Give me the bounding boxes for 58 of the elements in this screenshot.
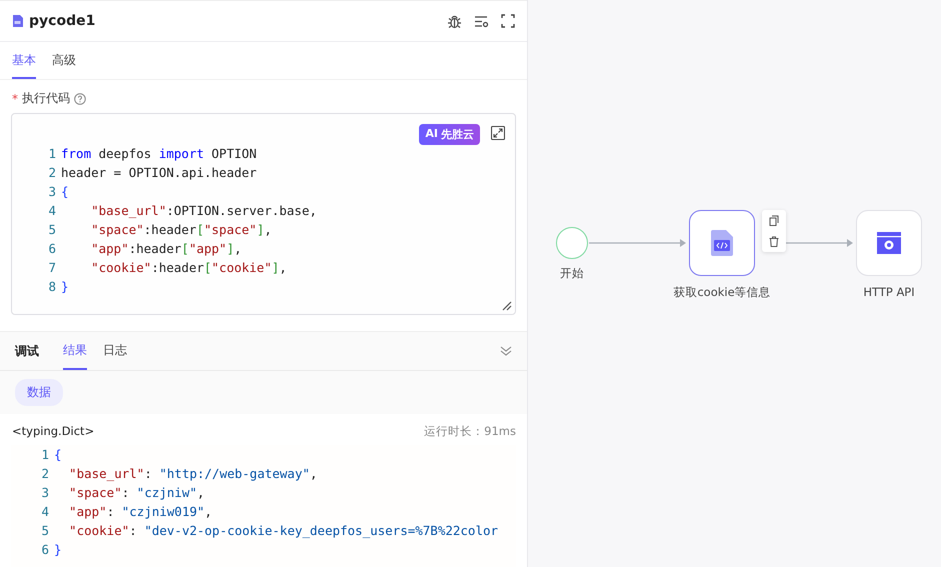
node-label: 获取cookie等信息: [673, 285, 771, 300]
trash-icon[interactable]: [769, 236, 779, 247]
resize-handle-icon[interactable]: [502, 301, 512, 311]
line-number: 6: [40, 542, 50, 557]
expand-icon[interactable]: [491, 126, 505, 140]
line-number: 1: [47, 146, 57, 161]
code-line: "space": "czjniw",: [69, 485, 205, 500]
help-icon[interactable]: [74, 92, 86, 104]
node-label: 开始: [560, 266, 584, 281]
tab[interactable]: 日志: [103, 332, 127, 370]
code-line: {: [54, 447, 62, 462]
list-settings-icon[interactable]: [474, 14, 489, 28]
code-line: }: [54, 542, 62, 557]
line-number: 2: [47, 165, 57, 180]
line-number: 7: [47, 260, 57, 275]
tab[interactable]: 基本: [12, 42, 36, 79]
fullscreen-icon[interactable]: [501, 14, 515, 28]
code-file-icon: [711, 230, 733, 256]
runtime-text: 运行时长：91ms: [424, 424, 516, 439]
line-number: 4: [47, 203, 57, 218]
connector-arrow: [786, 239, 853, 247]
bug-icon[interactable]: [447, 14, 462, 28]
code-line: "app":header["app"],: [91, 241, 242, 256]
code-line: header = OPTION.api.header: [61, 165, 257, 180]
start-node[interactable]: [556, 227, 588, 259]
code-line: "space":header["space"],: [91, 222, 272, 237]
browser-window-icon: [877, 232, 901, 254]
line-number: 3: [40, 485, 50, 500]
line-number: 4: [40, 504, 50, 519]
file-code-icon: [12, 15, 23, 27]
flow-node[interactable]: [689, 210, 755, 276]
ai-assistant-button[interactable]: AI 先胜云: [419, 124, 480, 145]
required-mark: *: [12, 92, 18, 106]
node-label: HTTP API: [863, 285, 915, 299]
line-number: 6: [47, 241, 57, 256]
tab[interactable]: 高级: [52, 42, 76, 79]
debug-title: 调试: [15, 342, 39, 360]
line-number: 8: [47, 279, 57, 294]
panel-title: pycode1: [29, 13, 96, 29]
copy-icon[interactable]: [769, 215, 779, 226]
code-line: "app": "czjniw019",: [69, 504, 212, 519]
code-line: }: [61, 279, 69, 294]
chevrons-down-icon[interactable]: [500, 346, 512, 356]
line-number: 5: [47, 222, 57, 237]
result-type: <typing.Dict>: [12, 424, 94, 439]
line-number: 3: [47, 184, 57, 199]
line-number: 2: [40, 466, 50, 481]
data-chip[interactable]: 数据: [15, 379, 63, 406]
code-line: "cookie": "dev-v2-op-cookie-key_deepfos_users=%7B%22color: [69, 523, 498, 538]
code-line: from deepfos import OPTION: [61, 146, 257, 161]
code-line: {: [61, 184, 69, 199]
code-line: "base_url": "http://web-gateway",: [69, 466, 318, 481]
line-number: 5: [40, 523, 50, 538]
code-line: "cookie":header["cookie"],: [91, 260, 287, 275]
code-line: "base_url":OPTION.server.base,: [91, 203, 317, 218]
code-editor[interactable]: AI 先胜云 1 from deepfos import OPTION 2 header = OPTION.api.header 3 { 4 "base_url":OPTION.server.base, 5 "space":header["space"], 6 "app":header["app"], 7 "cookie":header["cookie"], 8 }: [11, 113, 516, 315]
field-label: 执行代码: [22, 90, 70, 107]
line-number: 1: [40, 447, 50, 462]
